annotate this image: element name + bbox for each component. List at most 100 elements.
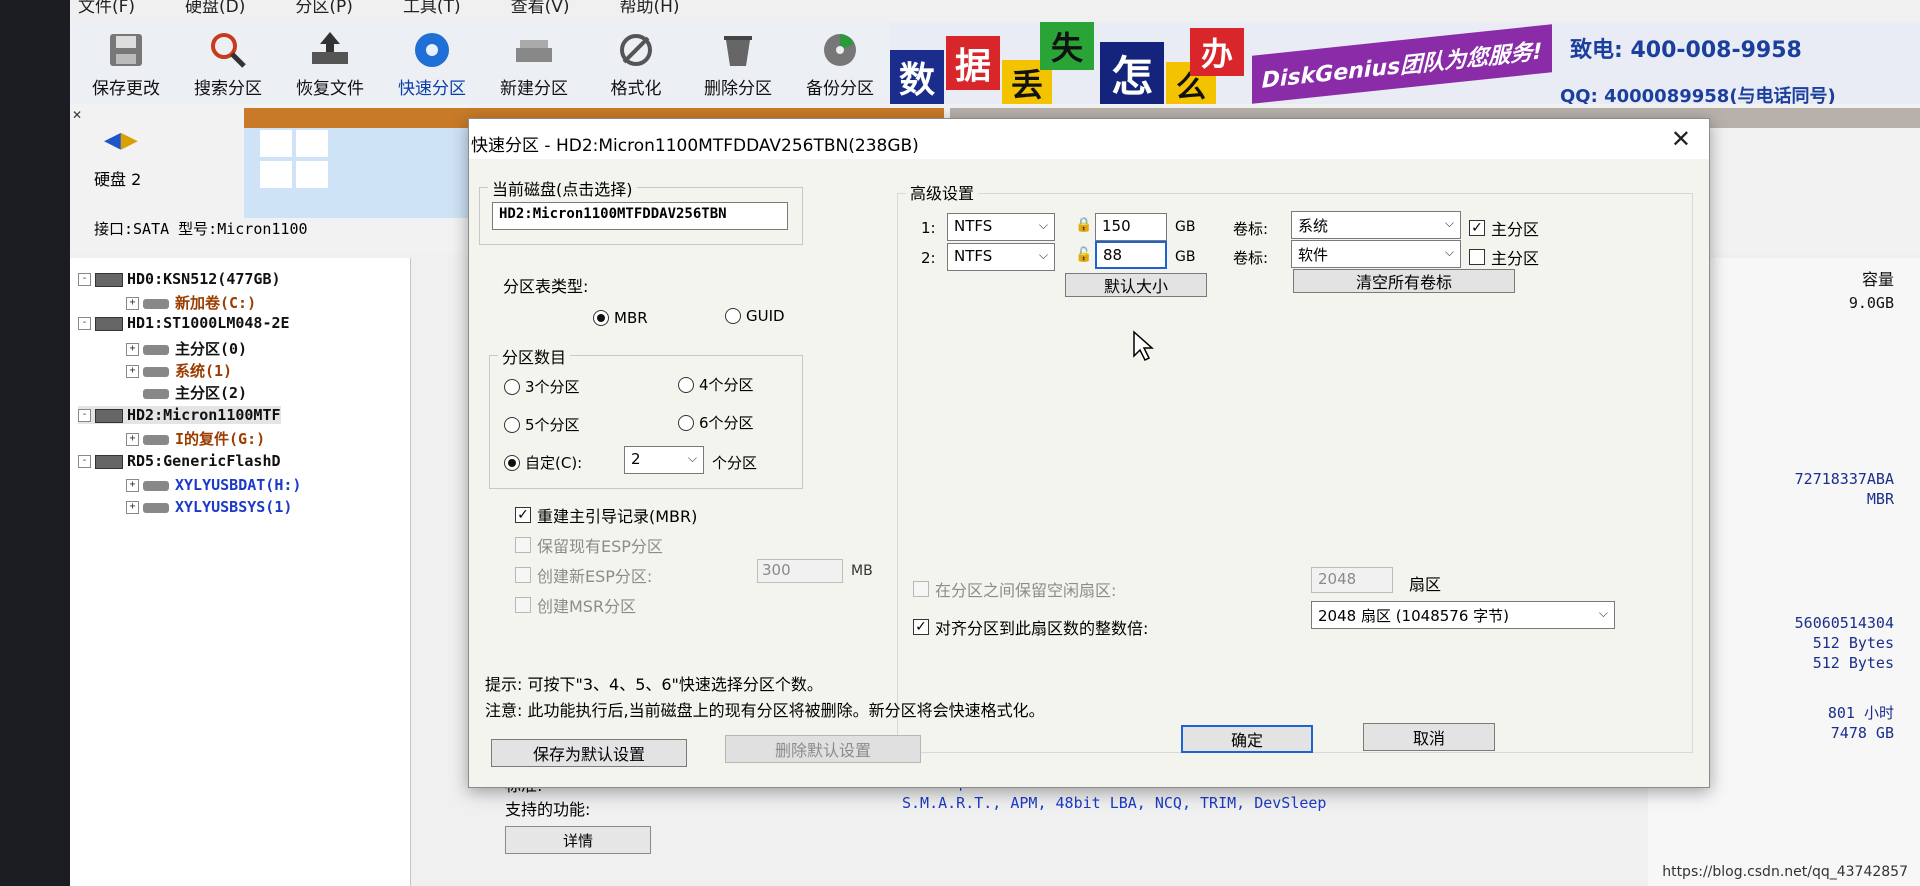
power-on-hours-value: 801 小时 xyxy=(1827,704,1894,722)
menu-file[interactable]: 文件(F) xyxy=(78,0,135,17)
volume-label-select-1[interactable]: 系统 ⌵ xyxy=(1291,211,1461,239)
free-sectors-field[interactable]: 2048 xyxy=(1311,567,1393,593)
new-partition-button[interactable]: 新建分区 xyxy=(486,28,582,99)
filesystem-select-1[interactable]: NTFS ⌵ xyxy=(947,213,1055,241)
lock-icon[interactable]: 🔒 xyxy=(1075,217,1092,233)
current-disk-field[interactable]: HD2:Micron1100MTFDDAV256TBN xyxy=(492,202,788,230)
volume-label-text: 卷标: xyxy=(1233,220,1269,238)
banner-brand: DiskGenius团队为您服务! xyxy=(1252,24,1552,104)
menu-tools[interactable]: 工具(T) xyxy=(403,0,461,17)
tree-node-partition[interactable]: + XYLYUSBSYS(1) xyxy=(126,498,292,516)
unlock-icon[interactable]: 🔓 xyxy=(1075,247,1092,263)
toolbar-label: 格式化 xyxy=(610,79,662,99)
primary-partition-checkbox-1[interactable]: ✓ 主分区 xyxy=(1469,216,1539,240)
banner-char: 数 xyxy=(890,50,944,104)
next-disk-icon[interactable]: ▶ xyxy=(121,128,138,153)
volume-label-text: 卷标: xyxy=(1233,249,1269,267)
backup-icon xyxy=(817,28,863,72)
tree-node-partition[interactable]: 主分区(2) xyxy=(143,382,247,403)
disk-label: 硬盘 2 xyxy=(94,170,142,189)
banner-phone: 致电: 400-008-9958 xyxy=(1570,38,1802,63)
custom-count-suffix: 个分区 xyxy=(712,454,758,472)
menu-help[interactable]: 帮助(H) xyxy=(620,0,680,17)
banner-char: 怎 xyxy=(1100,42,1164,104)
format-button[interactable]: 格式化 xyxy=(588,28,684,99)
search-partition-button[interactable]: 搜索分区 xyxy=(180,28,276,99)
custom-count-select[interactable]: 2 ⌵ xyxy=(624,446,704,474)
four-partitions-radio[interactable]: 4个分区 xyxy=(678,374,754,395)
tree-node-hd2[interactable]: - HD2:Micron1100MTF xyxy=(78,406,281,424)
banner-char: 失 xyxy=(1040,22,1094,70)
mbr-radio[interactable]: MBR xyxy=(593,309,648,327)
cancel-button[interactable]: 取消 xyxy=(1363,723,1495,751)
five-partitions-radio[interactable]: 5个分区 xyxy=(504,414,580,435)
tree-node-partition[interactable]: + 主分区(0) xyxy=(126,338,247,359)
disk-tree: - HD0:KSN512(477GB) + 新加卷(C:) - HD1:ST1000L… xyxy=(70,258,411,886)
save-changes-button[interactable]: 保存更改 xyxy=(78,28,174,99)
menu-disk[interactable]: 硬盘(D) xyxy=(185,0,245,17)
create-esp-checkbox[interactable]: 创建新ESP分区: xyxy=(515,563,652,587)
clear-all-labels-button[interactable]: 清空所有卷标 xyxy=(1293,269,1515,293)
custom-count-radio[interactable]: 自定(C): xyxy=(504,452,582,473)
toolbar-label: 新建分区 xyxy=(500,79,568,99)
esp-unit: MB xyxy=(851,563,873,579)
partition-table-label: 分区表类型: xyxy=(503,277,589,296)
keep-esp-checkbox[interactable]: 保留现有ESP分区 xyxy=(515,533,663,557)
hard-disk-icon xyxy=(95,408,123,423)
rebuild-mbr-checkbox[interactable]: ✓ 重建主引导记录(MBR) xyxy=(515,503,697,527)
row-index: 2: xyxy=(921,249,936,267)
tree-node-partition[interactable]: + 新加卷(C:) xyxy=(126,292,256,313)
close-icon[interactable]: ✕ xyxy=(72,108,82,122)
tree-node-partition[interactable]: + 系统(1) xyxy=(126,360,232,381)
default-size-button[interactable]: 默认大小 xyxy=(1065,273,1207,297)
size-field-2[interactable]: 88 xyxy=(1095,241,1167,269)
restore-files-button[interactable]: 恢复文件 xyxy=(282,28,378,99)
six-partitions-radio[interactable]: 6个分区 xyxy=(678,412,754,433)
partition-icon xyxy=(143,434,169,445)
quick-partition-button[interactable]: 快速分区 xyxy=(384,28,480,99)
primary-partition-checkbox-2[interactable]: 主分区 xyxy=(1469,245,1539,269)
close-icon[interactable]: ✕ xyxy=(1671,125,1691,153)
keep-free-sectors-checkbox[interactable]: 在分区之间保留空闲扇区: xyxy=(913,577,1116,601)
advanced-settings-label: 高级设置 xyxy=(906,180,979,204)
ok-button[interactable]: 确定 xyxy=(1181,725,1313,753)
tree-node-rd5[interactable]: - RD5:GenericFlashD xyxy=(78,452,281,470)
search-icon xyxy=(205,28,251,72)
prev-disk-icon[interactable]: ◀ xyxy=(104,128,121,153)
delete-default-button[interactable]: 删除默认设置 xyxy=(725,735,921,763)
volume-label-select-2[interactable]: 软件 ⌵ xyxy=(1291,240,1461,268)
hint-text: 提示: 可按下"3、4、5、6"快速选择分区个数。 xyxy=(485,675,823,694)
delete-partition-button[interactable]: 删除分区 xyxy=(690,28,786,99)
physical-sector-size-value: 512 Bytes xyxy=(1812,654,1894,672)
toolbar-label: 恢复文件 xyxy=(296,79,364,99)
capacity-value: 9.0GB xyxy=(1848,294,1894,312)
three-partitions-radio[interactable]: 3个分区 xyxy=(504,376,580,397)
save-default-button[interactable]: 保存为默认设置 xyxy=(491,739,687,767)
features-value: S.M.A.R.T., APM, 48bit LBA, NCQ, TRIM, D… xyxy=(902,794,1327,812)
align-partitions-checkbox[interactable]: ✓ 对齐分区到此扇区数的整数倍: xyxy=(913,615,1148,639)
alignment-select[interactable]: 2048 扇区 (1048576 字节) ⌵ xyxy=(1311,601,1615,629)
menu-view[interactable]: 查看(V) xyxy=(511,0,570,17)
size-field-1[interactable]: 150 xyxy=(1095,213,1167,241)
tree-node-partition[interactable]: + I的复件(G:) xyxy=(126,428,265,449)
filesystem-select-2[interactable]: NTFS ⌵ xyxy=(947,243,1055,271)
tree-node-hd1[interactable]: - HD1:ST1000LM048-2E xyxy=(78,314,290,332)
hard-disk-icon xyxy=(95,454,123,469)
menu-partition[interactable]: 分区(P) xyxy=(295,0,353,17)
partition-icon xyxy=(143,388,169,399)
details-button[interactable]: 详情 xyxy=(505,826,651,854)
quick-partition-icon xyxy=(409,28,455,72)
partition-count-label: 分区数目 xyxy=(498,344,571,368)
toolbar: 保存更改 搜索分区 恢复文件 快速分区 新建分区 格式化 删除分区 备份分区 数… xyxy=(70,22,1920,122)
hard-disk-icon xyxy=(95,316,123,331)
chevron-down-icon: ⌵ xyxy=(1598,606,1608,620)
dialog-title: 快速分区 - HD2:Micron1100MTFDDAV256TBN(238GB… xyxy=(471,136,919,156)
esp-size-field[interactable]: 300 xyxy=(757,559,843,583)
banner-char: 办 xyxy=(1190,28,1244,76)
tree-node-partition[interactable]: + XYLYUSBDAT(H:) xyxy=(126,476,301,494)
tree-node-hd0[interactable]: - HD0:KSN512(477GB) xyxy=(78,270,281,288)
backup-partition-button[interactable]: 备份分区 xyxy=(792,28,888,99)
guid-radio[interactable]: GUID xyxy=(725,307,785,325)
diskgenius-window: 文件(F) 硬盘(D) 分区(P) 工具(T) 查看(V) 帮助(H) 保存更改… xyxy=(70,0,1920,886)
create-msr-checkbox[interactable]: 创建MSR分区 xyxy=(515,593,636,617)
